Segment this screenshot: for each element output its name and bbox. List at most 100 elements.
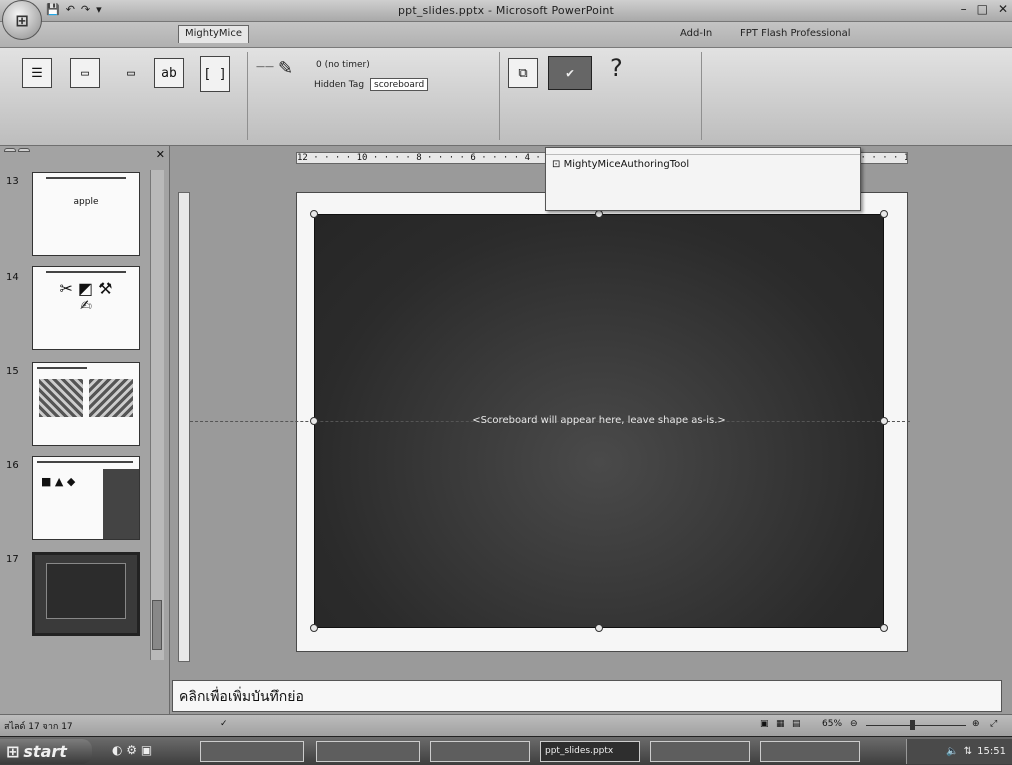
slide-number: 16	[6, 460, 19, 471]
taskbar-button[interactable]	[200, 741, 304, 762]
hidden-tag-input[interactable]: scoreboard	[370, 78, 429, 91]
ribbon-group-1: ☰ ▭ ▭ ab [ ]	[4, 52, 248, 140]
pen-icon[interactable]: ✎	[278, 58, 293, 79]
slide-layout-icon[interactable]: ☰	[22, 58, 52, 88]
maximize-button[interactable]: □	[977, 2, 988, 16]
title-bar-graphic	[46, 177, 126, 179]
slide-number: 14	[6, 272, 19, 283]
taskbar-button[interactable]	[650, 741, 750, 762]
dash-line-icon: ——	[256, 62, 274, 72]
slide-sorter-icon[interactable]: ▦	[776, 719, 785, 729]
slide-thumbnail[interactable]: ✂ ◩ ⚒ ✍	[32, 266, 140, 350]
tab-add-in[interactable]: Add-In	[680, 28, 712, 39]
tools-icon: ✂ ◩ ⚒	[59, 279, 113, 298]
customize-qat-icon[interactable]: ▾	[96, 3, 102, 16]
slide-thumbnail[interactable]	[32, 362, 140, 446]
quick-launch-icons[interactable]: ◐ ⚙ ▣	[112, 743, 152, 757]
status-bar: สไลด์ 17 จาก 17 ✓ ▣ ▦ ▤ 65% ⊖ ⊕ ⤢	[0, 714, 1012, 736]
window-title: ppt_slides.pptx - Microsoft PowerPoint	[397, 4, 615, 17]
start-label: start	[23, 742, 67, 761]
image-icon	[89, 379, 133, 417]
slide-thumbnail[interactable]: ■ ▲ ◆	[32, 456, 140, 540]
hidden-tag-label: Hidden Tag	[314, 80, 365, 90]
slide-number: 13	[6, 176, 19, 187]
normal-view-icon[interactable]: ▣	[760, 719, 769, 729]
tooltip: ⊡ MightyMiceAuthoringTool	[545, 147, 861, 211]
image-icon	[39, 379, 83, 417]
resize-handle[interactable]	[310, 417, 318, 425]
taskbar-button-active[interactable]: ppt_slides.pptx	[540, 741, 640, 762]
bracket-icon[interactable]: [ ]	[200, 56, 230, 92]
zoom-in-icon[interactable]: ⊕	[972, 719, 980, 729]
pane-tabs	[4, 148, 30, 152]
check-icon: ✓	[220, 719, 228, 729]
ribbon-group-2: —— ✎ 0 (no timer) Hidden Tag scoreboard	[250, 52, 500, 140]
dark-panel	[103, 469, 139, 539]
slide-thumbnail-selected[interactable]	[32, 552, 140, 636]
close-button[interactable]: ✕	[998, 2, 1008, 16]
resize-handle[interactable]	[595, 210, 603, 218]
tooltip-item: ⊡ MightyMiceAuthoringTool	[546, 155, 860, 170]
tab-slides[interactable]	[4, 148, 16, 152]
taskbar-button[interactable]	[430, 741, 530, 762]
ribbon-tabs: MightyMice Add-In FPT Flash Professional	[0, 22, 1012, 48]
slide-info: สไลด์ 17 จาก 17	[4, 722, 73, 732]
window-controls: – □ ✕	[961, 2, 1008, 16]
text-box-icon[interactable]: ▭	[70, 58, 100, 88]
resize-handle[interactable]	[310, 210, 318, 218]
slideshow-icon[interactable]: ▤	[792, 719, 801, 729]
network-icon[interactable]: ⇅	[964, 746, 972, 757]
undo-icon[interactable]: ↶	[66, 3, 75, 16]
taskbar-button[interactable]	[316, 741, 420, 762]
slide-number: 15	[6, 366, 19, 377]
close-icon[interactable]: ✕	[156, 148, 165, 161]
resize-handle[interactable]	[595, 624, 603, 632]
resize-handle[interactable]	[880, 417, 888, 425]
input-field-icon[interactable]: ▭	[116, 58, 146, 88]
tooltip-sub	[546, 170, 860, 174]
tab-mightymice[interactable]: MightyMice	[178, 25, 249, 43]
pane-scrollbar[interactable]	[150, 170, 164, 660]
zoom-level[interactable]: 65%	[822, 719, 842, 729]
mightymice-icon: ⊡	[552, 159, 561, 170]
resize-handle[interactable]	[880, 624, 888, 632]
timer-option[interactable]: 0 (no timer)	[316, 60, 370, 70]
start-button[interactable]: ⊞ start	[0, 739, 92, 764]
resize-handle[interactable]	[880, 210, 888, 218]
pen-icon: ✍	[80, 298, 92, 314]
zoom-slider[interactable]	[866, 725, 966, 726]
help-icon[interactable]: ?	[610, 54, 623, 82]
label-ab-icon[interactable]: ab	[154, 58, 184, 88]
ribbon-group-3: ⧉ ✔ ?	[502, 52, 702, 140]
ribbon: ☰ ▭ ▭ ab [ ] —— ✎ 0 (no timer) Hidden Ta…	[0, 48, 1012, 146]
taskbar: ⊞ start ◐ ⚙ ▣ ppt_slides.pptx 🔈 ⇅ 15:51	[0, 736, 1012, 765]
title-bar-graphic	[37, 461, 133, 463]
system-tray: 🔈 ⇅ 15:51	[906, 739, 1012, 764]
slides-pane: ✕ 13 apple 14 ✂ ◩ ⚒ ✍ 15 16 ■ ▲ ◆ 17	[0, 146, 170, 714]
volume-icon[interactable]: 🔈	[946, 746, 958, 757]
zoom-slider-thumb[interactable]	[910, 720, 915, 730]
check-mark-icon[interactable]: ✔	[548, 56, 592, 90]
placeholder-graphic	[46, 563, 126, 619]
vertical-ruler[interactable]	[178, 192, 190, 662]
scrollbar-thumb[interactable]	[152, 600, 162, 650]
office-button[interactable]: ⊞	[2, 0, 42, 40]
tab-outline[interactable]	[18, 148, 30, 152]
tooltip-title	[546, 148, 860, 155]
title-bar-graphic	[37, 367, 87, 369]
taskbar-button[interactable]	[760, 741, 860, 762]
zoom-out-icon[interactable]: ⊖	[850, 719, 858, 729]
tab-fpt-flash[interactable]: FPT Flash Professional	[740, 28, 851, 39]
slide-thumbnail[interactable]: apple	[32, 172, 140, 256]
redo-icon[interactable]: ↷	[81, 3, 90, 16]
minimize-button[interactable]: –	[961, 2, 967, 16]
preview-icon[interactable]: ⧉	[508, 58, 538, 88]
save-icon[interactable]: 💾	[46, 3, 60, 16]
resize-handle[interactable]	[310, 624, 318, 632]
slide-number: 17	[6, 554, 19, 565]
title-bar: ppt_slides.pptx - Microsoft PowerPoint 💾…	[0, 0, 1012, 22]
quick-access-toolbar: 💾 ↶ ↷ ▾	[46, 3, 102, 16]
notes-pane[interactable]: คลิกเพื่อเพิ่มบันทึกย่อ	[172, 680, 1002, 712]
thumbnail-images	[39, 379, 133, 417]
fit-slide-icon[interactable]: ⤢	[990, 719, 997, 729]
